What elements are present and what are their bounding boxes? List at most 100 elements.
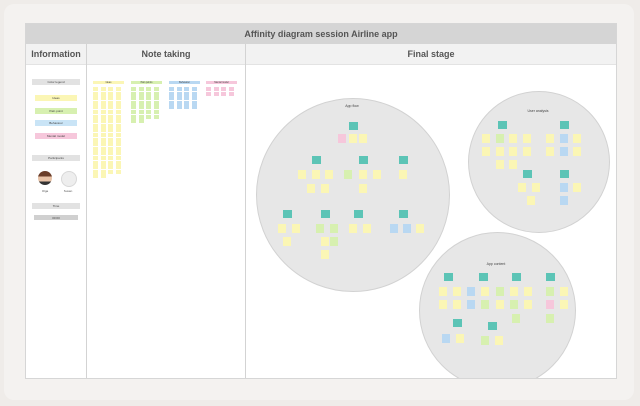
sticky-note[interactable] bbox=[546, 134, 554, 143]
sticky-note[interactable] bbox=[108, 160, 113, 165]
sticky-note[interactable] bbox=[100, 156, 106, 160]
sticky-note[interactable] bbox=[146, 96, 151, 101]
sticky-note[interactable] bbox=[169, 100, 174, 105]
sticky-note[interactable] bbox=[108, 105, 113, 110]
sticky-note[interactable] bbox=[510, 287, 518, 296]
cluster-header-note[interactable] bbox=[479, 273, 488, 281]
sticky-note[interactable] bbox=[108, 119, 113, 124]
sticky-note[interactable] bbox=[560, 196, 568, 205]
sticky-note[interactable] bbox=[532, 183, 540, 192]
sticky-note[interactable] bbox=[191, 91, 197, 96]
sticky-note[interactable] bbox=[93, 146, 98, 151]
sticky-note[interactable] bbox=[93, 87, 98, 91]
sticky-note[interactable] bbox=[523, 134, 531, 143]
sticky-note[interactable] bbox=[115, 128, 121, 133]
sticky-note[interactable] bbox=[573, 147, 581, 156]
sticky-note[interactable] bbox=[191, 96, 197, 101]
sticky-note[interactable] bbox=[93, 160, 98, 165]
sticky-note[interactable] bbox=[108, 137, 113, 142]
sticky-note[interactable] bbox=[108, 165, 113, 170]
sticky-note[interactable] bbox=[100, 119, 106, 124]
sticky-note[interactable] bbox=[359, 184, 367, 193]
sticky-note[interactable] bbox=[481, 287, 489, 296]
sticky-note[interactable] bbox=[524, 300, 532, 309]
sticky-note[interactable] bbox=[93, 151, 98, 156]
sticky-note[interactable] bbox=[93, 142, 98, 147]
sticky-note[interactable] bbox=[115, 100, 121, 105]
sticky-note[interactable] bbox=[93, 110, 98, 114]
sticky-note[interactable] bbox=[138, 96, 144, 101]
sticky-note[interactable] bbox=[228, 91, 234, 96]
sticky-note[interactable] bbox=[373, 170, 381, 179]
sticky-note[interactable] bbox=[100, 87, 106, 91]
cluster-header-note[interactable] bbox=[312, 156, 321, 164]
sticky-note[interactable] bbox=[442, 334, 450, 343]
sticky-note[interactable] bbox=[453, 287, 461, 296]
sticky-note[interactable] bbox=[330, 224, 338, 233]
sticky-note[interactable] bbox=[363, 224, 371, 233]
sticky-note[interactable] bbox=[131, 114, 136, 119]
sticky-note[interactable] bbox=[93, 156, 98, 160]
sticky-note[interactable] bbox=[560, 147, 568, 156]
sticky-note[interactable] bbox=[560, 134, 568, 143]
sticky-note[interactable] bbox=[108, 91, 113, 96]
sticky-note[interactable] bbox=[283, 237, 291, 246]
cluster-header-note[interactable] bbox=[354, 210, 363, 218]
sticky-note[interactable] bbox=[93, 174, 98, 179]
sticky-note[interactable] bbox=[481, 336, 489, 345]
sticky-note[interactable] bbox=[169, 105, 174, 110]
sticky-note[interactable] bbox=[349, 134, 357, 143]
sticky-note[interactable] bbox=[146, 114, 151, 119]
cluster-header-note[interactable] bbox=[444, 273, 453, 281]
sticky-note[interactable] bbox=[100, 142, 106, 147]
sticky-note[interactable] bbox=[100, 160, 106, 165]
sticky-note[interactable] bbox=[100, 165, 106, 170]
sticky-note[interactable] bbox=[108, 87, 113, 91]
sticky-note[interactable] bbox=[509, 134, 517, 143]
sticky-note[interactable] bbox=[138, 110, 144, 114]
sticky-note[interactable] bbox=[439, 300, 447, 309]
sticky-note[interactable] bbox=[115, 142, 121, 147]
cluster-header-note[interactable] bbox=[283, 210, 292, 218]
sticky-note[interactable] bbox=[153, 91, 159, 96]
sticky-note[interactable] bbox=[93, 128, 98, 133]
cluster-header-note[interactable] bbox=[523, 170, 532, 178]
sticky-note[interactable] bbox=[176, 87, 182, 91]
sticky-note[interactable] bbox=[390, 224, 398, 233]
sticky-note[interactable] bbox=[115, 146, 121, 151]
sticky-note[interactable] bbox=[115, 133, 121, 137]
sticky-note[interactable] bbox=[307, 184, 315, 193]
sticky-note[interactable] bbox=[176, 91, 182, 96]
sticky-note[interactable] bbox=[100, 96, 106, 101]
sticky-note[interactable] bbox=[115, 114, 121, 119]
sticky-note[interactable] bbox=[131, 100, 136, 105]
sticky-note[interactable] bbox=[115, 137, 121, 142]
cluster-header-note[interactable] bbox=[349, 122, 358, 130]
sticky-note[interactable] bbox=[298, 170, 306, 179]
sticky-note[interactable] bbox=[325, 170, 333, 179]
sticky-note[interactable] bbox=[100, 128, 106, 133]
sticky-note[interactable] bbox=[191, 105, 197, 110]
sticky-note[interactable] bbox=[146, 105, 151, 110]
sticky-note[interactable] bbox=[228, 87, 234, 91]
whiteboard[interactable]: Affinity diagram session Airline app Inf… bbox=[25, 23, 617, 379]
sticky-note[interactable] bbox=[146, 87, 151, 91]
sticky-note[interactable] bbox=[115, 156, 121, 160]
cluster-header-note[interactable] bbox=[399, 210, 408, 218]
sticky-note[interactable] bbox=[93, 100, 98, 105]
sticky-note[interactable] bbox=[138, 100, 144, 105]
sticky-note[interactable] bbox=[100, 133, 106, 137]
sticky-note[interactable] bbox=[191, 87, 197, 91]
sticky-note[interactable] bbox=[467, 300, 475, 309]
sticky-note[interactable] bbox=[153, 100, 159, 105]
sticky-note[interactable] bbox=[321, 250, 329, 259]
sticky-note[interactable] bbox=[153, 87, 159, 91]
sticky-note[interactable] bbox=[312, 170, 320, 179]
sticky-note[interactable] bbox=[573, 183, 581, 192]
sticky-note[interactable] bbox=[108, 142, 113, 147]
sticky-note[interactable] bbox=[93, 169, 98, 174]
sticky-note[interactable] bbox=[100, 123, 106, 128]
sticky-note[interactable] bbox=[115, 123, 121, 128]
sticky-note[interactable] bbox=[138, 114, 144, 119]
sticky-note[interactable] bbox=[176, 105, 182, 110]
